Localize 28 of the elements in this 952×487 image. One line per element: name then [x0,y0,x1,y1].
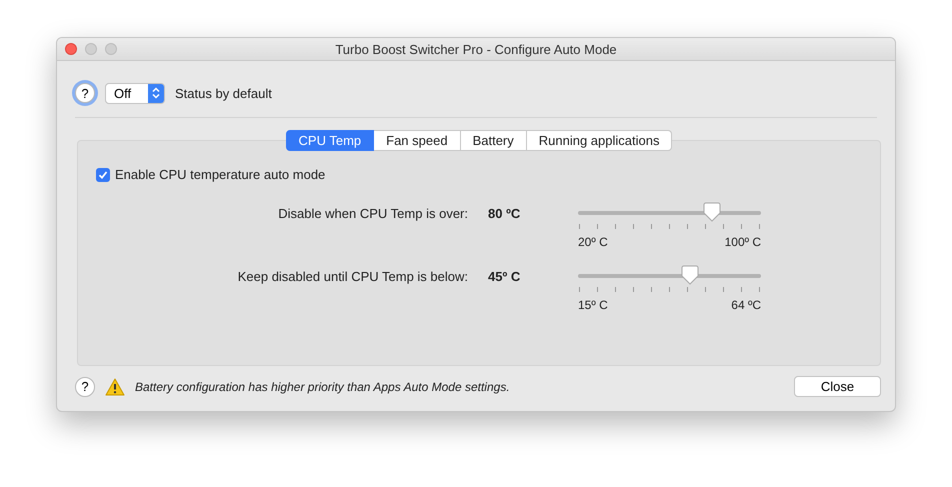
minimize-window-button[interactable] [85,43,97,55]
temperature-reading: 45º C [488,268,522,284]
close-button[interactable]: Close [794,376,881,397]
min-label: 15º C [578,298,608,312]
status-label: Status by default [175,86,272,100]
slider-thumb[interactable] [702,202,721,222]
help-button[interactable]: ? [75,376,95,396]
tab[interactable]: CPU Temp [286,130,374,151]
tab[interactable]: Running applications [526,130,672,151]
tab[interactable]: Fan speed [374,130,461,151]
temperature-reading: 80 ºC [488,205,522,221]
slider-label: Disable when CPU Temp is over: [277,205,468,221]
min-label: 20º C [578,235,608,249]
status-popup[interactable]: Off [105,82,165,104]
enable-checkbox[interactable] [96,168,110,182]
checkbox-label: Enable CPU temperature auto mode [115,167,326,182]
max-label: 100º C [724,235,761,249]
max-label: 64 ºC [731,298,761,312]
tab[interactable]: Battery [460,130,527,151]
help-button[interactable]: ? [75,83,95,103]
close-window-button[interactable] [65,43,77,55]
priority-note: Battery configuration has higher priority than Apps Auto Mode settings. [135,380,511,394]
window-title: Turbo Boost Switcher Pro - Configure Auto Mode [335,42,617,56]
slider-thumb[interactable] [680,265,699,285]
zoom-window-button[interactable] [105,43,117,55]
stepper-icon [152,87,160,99]
warning-icon [105,378,125,396]
slider-label: Keep disabled until CPU Temp is below: [236,268,468,284]
